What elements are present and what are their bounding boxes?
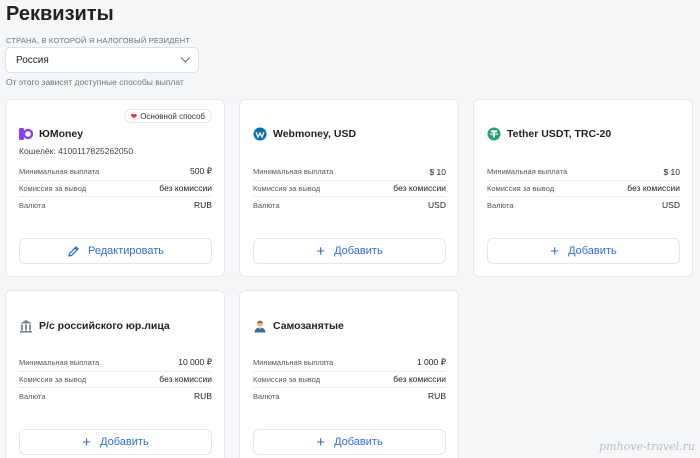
row-currency: Валюта USD <box>487 200 680 211</box>
row-fee: Комиссия за вывод без комиссии <box>487 181 680 197</box>
card-details: Минимальная выплата 500 ₽ Комиссия за выв… <box>19 164 212 214</box>
row-min-payout: Минимальная выплата 1 000 ₽ <box>253 355 446 372</box>
main-method-badge: ❤ Основной способ <box>124 109 212 123</box>
person-icon <box>253 319 267 333</box>
chevron-down-icon <box>180 52 191 63</box>
tether-icon <box>487 127 501 141</box>
payout-card-webmoney: Webmoney, USD Минимальная выплата $ 10 Ко… <box>239 99 459 277</box>
badge-label: Основной способ <box>140 111 205 121</box>
plus-icon: + <box>550 242 560 260</box>
add-button[interactable]: + Добавить <box>487 238 680 264</box>
payout-card-bank: Р/с российского юр.лица Минимальная выпл… <box>5 290 225 458</box>
edit-button-label: Редактировать <box>88 245 164 257</box>
add-button-label: Добавить <box>334 245 383 257</box>
plus-icon: + <box>316 433 326 451</box>
plus-icon: + <box>82 433 92 451</box>
add-button-label: Добавить <box>334 436 383 448</box>
card-details: Минимальная выплата 10 000 ₽ Комиссия за … <box>19 355 212 405</box>
wallet-number: Кошелёк: 4100117825262050 <box>19 146 134 156</box>
row-currency: Валюта RUB <box>19 391 212 402</box>
watermark: pmhove-travel.ru <box>599 440 695 453</box>
edit-button[interactable]: Редактировать <box>19 238 212 264</box>
row-currency: Валюта RUB <box>253 391 446 402</box>
card-details: Минимальная выплата 1 000 ₽ Комиссия за в… <box>253 355 446 405</box>
payout-card-tether: Tether USDT, TRC-20 Минимальная выплата $… <box>473 99 693 277</box>
country-select[interactable]: Россия <box>5 47 199 73</box>
bank-icon <box>19 319 33 333</box>
add-button-label: Добавить <box>568 245 617 257</box>
card-title: Tether USDT, TRC-20 <box>507 128 612 140</box>
card-title: ЮMoney <box>39 128 84 140</box>
add-button[interactable]: + Добавить <box>253 238 446 264</box>
plus-icon: + <box>316 242 326 260</box>
card-title: Самозанятые <box>273 320 344 332</box>
heart-icon: ❤ <box>130 111 138 121</box>
card-header: Webmoney, USD <box>253 127 356 141</box>
row-currency: Валюта USD <box>253 200 446 211</box>
add-button-label: Добавить <box>100 436 149 448</box>
row-min-payout: Минимальная выплата 500 ₽ <box>19 164 212 181</box>
card-details: Минимальная выплата $ 10 Комиссия за выво… <box>253 164 446 214</box>
page-title: Реквизиты <box>6 3 114 25</box>
card-header: Р/с российского юр.лица <box>19 319 170 333</box>
row-fee: Комиссия за вывод без комиссии <box>19 181 212 197</box>
card-details: Минимальная выплата $ 10 Комиссия за выво… <box>487 164 680 214</box>
payout-card-yoomoney: ❤ Основной способ ЮMoney Кошелёк: 410011… <box>5 99 225 277</box>
yoomoney-icon <box>19 127 33 141</box>
country-select-value: Россия <box>16 54 49 66</box>
add-button[interactable]: + Добавить <box>253 429 446 455</box>
row-min-payout: Минимальная выплата 10 000 ₽ <box>19 355 212 372</box>
card-title: Р/с российского юр.лица <box>39 320 170 332</box>
card-title: Webmoney, USD <box>273 128 357 140</box>
country-hint: От этого зависят доступные способы выпла… <box>6 77 184 87</box>
row-min-payout: Минимальная выплата $ 10 <box>253 164 446 181</box>
payout-card-self-employed: Самозанятые Минимальная выплата 1 000 ₽ К… <box>239 290 459 458</box>
country-label: СТРАНА, В КОТОРОЙ Я НАЛОГОВЫЙ РЕЗИДЕНТ <box>6 36 191 45</box>
pencil-icon <box>68 245 79 257</box>
row-fee: Комиссия за вывод без комиссии <box>253 181 446 197</box>
row-fee: Комиссия за вывод без комиссии <box>19 372 212 388</box>
card-header: Самозанятые <box>253 319 344 333</box>
card-header: Tether USDT, TRC-20 <box>487 127 611 141</box>
add-button[interactable]: + Добавить <box>19 429 212 455</box>
row-currency: Валюта RUB <box>19 200 212 211</box>
row-min-payout: Минимальная выплата $ 10 <box>487 164 680 181</box>
card-header: ЮMoney <box>19 127 83 141</box>
row-fee: Комиссия за вывод без комиссии <box>253 372 446 388</box>
webmoney-icon <box>253 127 267 141</box>
